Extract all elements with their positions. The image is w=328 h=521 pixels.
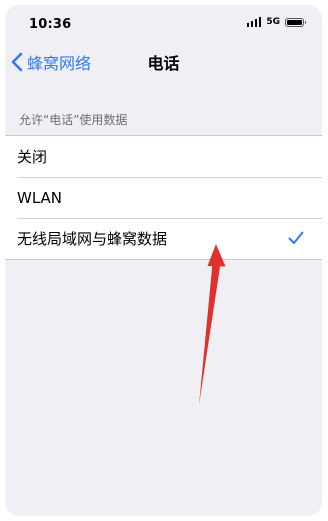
checkmark-icon: [288, 231, 304, 244]
battery-icon: [285, 17, 306, 27]
status-bar: 10:36 5G: [5, 5, 322, 43]
phone-screen: 10:36 5G 蜂窝网络 电话 允许“电话”使用数据 关闭 WLAN 无线局域…: [5, 5, 322, 516]
status-time: 10:36: [29, 17, 72, 32]
signal-icon: [246, 17, 262, 27]
option-label: WLAN: [17, 188, 63, 207]
data-usage-options: 关闭 WLAN 无线局域网与蜂窝数据: [5, 135, 322, 260]
section-header: 允许“电话”使用数据: [19, 113, 128, 127]
status-indicators: 5G: [246, 17, 306, 27]
navigation-bar: 蜂窝网络 电话: [5, 43, 322, 83]
option-label: 无线局域网与蜂窝数据: [17, 230, 168, 248]
option-label: 关闭: [17, 148, 48, 166]
option-off[interactable]: 关闭: [5, 136, 322, 177]
network-type: 5G: [266, 17, 280, 27]
option-wlan-and-cellular[interactable]: 无线局域网与蜂窝数据: [5, 218, 322, 259]
option-wlan[interactable]: WLAN: [5, 177, 322, 218]
page-title: 电话: [147, 54, 180, 73]
